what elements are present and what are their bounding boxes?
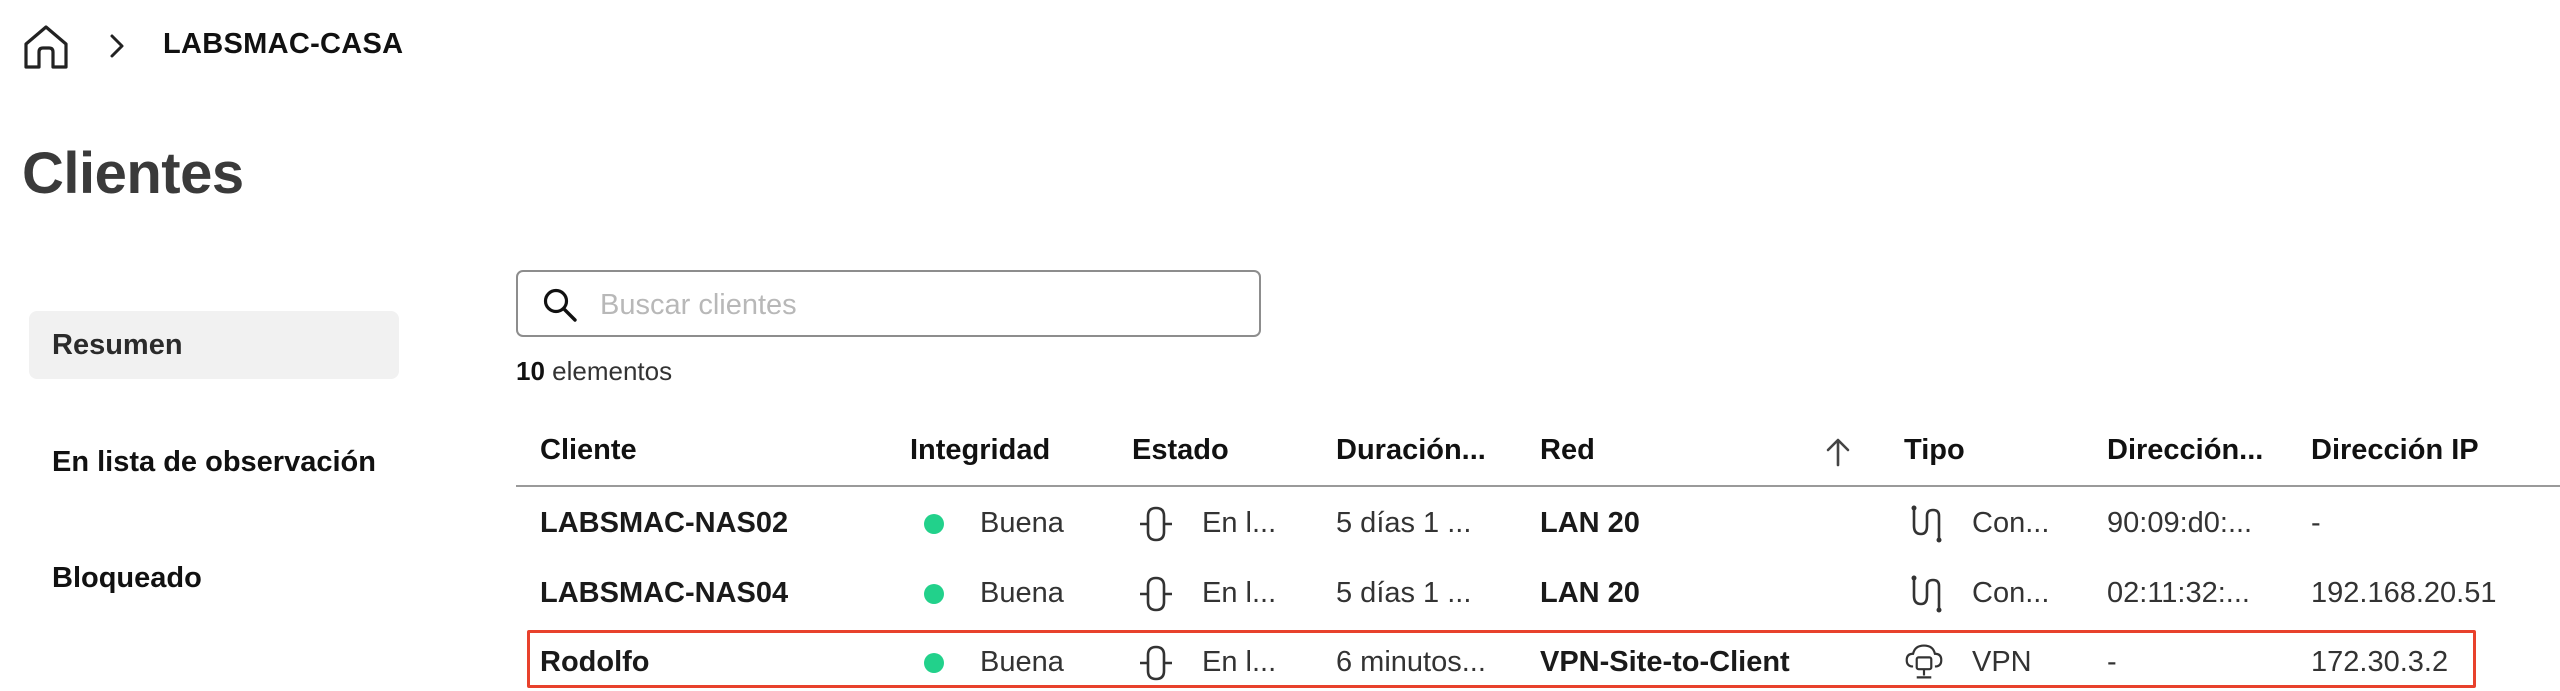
wired-icon [1911, 575, 1942, 613]
cell-duracion: 5 días 1 ... [1336, 577, 1472, 609]
cell-duracion: 5 días 1 ... [1336, 507, 1472, 539]
cell-ip: 192.168.20.51 [2311, 577, 2497, 609]
cell-mac: 02:11:32:... [2107, 577, 2250, 609]
search-input[interactable] [598, 282, 1242, 328]
cell-mac: - [2107, 646, 2117, 678]
cell-cliente[interactable]: Rodolfo [540, 646, 650, 679]
cell-ip: 172.30.3.2 [2311, 646, 2449, 678]
cell-duracion: 6 minutos... [1336, 646, 1486, 678]
nav-item-watchlist[interactable]: En lista de observación [29, 428, 399, 496]
column-header-mac[interactable]: Dirección... [2107, 434, 2263, 467]
column-header-cliente[interactable]: Cliente [540, 434, 637, 467]
nav-item-bloqueado[interactable]: Bloqueado [29, 544, 399, 612]
column-header-red[interactable]: Red [1540, 434, 1595, 467]
table-header-divider [516, 485, 2560, 487]
wired-icon [1911, 505, 1942, 543]
cell-red[interactable]: LAN 20 [1540, 507, 1640, 540]
sort-ascending-icon[interactable] [1824, 436, 1852, 468]
search-icon [543, 288, 577, 322]
page-title: Clientes [22, 141, 244, 206]
search-box[interactable] [516, 270, 1261, 337]
cell-integridad: Buena [980, 646, 1064, 678]
cell-estado: En l... [1202, 507, 1277, 539]
breadcrumb-current[interactable]: LABSMAC-CASA [163, 28, 403, 61]
cell-tipo: VPN [1972, 646, 2032, 678]
column-header-ip[interactable]: Dirección IP [2311, 434, 2479, 467]
nav-item-resumen[interactable]: Resumen [29, 311, 399, 379]
connected-status-icon [1140, 645, 1172, 681]
cell-integridad: Buena [980, 577, 1064, 609]
cell-tipo: Con... [1972, 507, 2050, 539]
cell-integridad: Buena [980, 507, 1064, 539]
item-count-label: elementos [552, 356, 673, 386]
nav-item-label: En lista de observación [52, 445, 376, 478]
cell-red[interactable]: VPN-Site-to-Client [1540, 646, 1790, 679]
cell-ip: - [2311, 507, 2321, 539]
connected-status-icon [1140, 576, 1172, 612]
vpn-icon [1905, 644, 1943, 679]
column-header-estado[interactable]: Estado [1132, 434, 1229, 467]
item-count: 10 elementos [516, 356, 672, 387]
highlight-box [527, 630, 2476, 688]
health-good-dot [924, 653, 944, 673]
item-count-number: 10 [516, 356, 545, 386]
nav-item-label: Resumen [52, 328, 183, 361]
cell-estado: En l... [1202, 646, 1277, 678]
health-good-dot [924, 514, 944, 534]
breadcrumb-chevron-icon [110, 34, 124, 58]
cell-red[interactable]: LAN 20 [1540, 577, 1640, 610]
column-header-duracion[interactable]: Duración... [1336, 434, 1486, 467]
health-good-dot [924, 584, 944, 604]
home-icon[interactable] [22, 24, 70, 70]
cell-estado: En l... [1202, 577, 1277, 609]
cell-tipo: Con... [1972, 577, 2050, 609]
cell-cliente[interactable]: LABSMAC-NAS02 [540, 507, 788, 540]
cell-mac: 90:09:d0:... [2107, 507, 2253, 539]
nav-item-label: Bloqueado [52, 561, 202, 594]
column-header-tipo[interactable]: Tipo [1904, 434, 1965, 467]
column-header-integridad[interactable]: Integridad [910, 434, 1050, 467]
cell-cliente[interactable]: LABSMAC-NAS04 [540, 577, 788, 610]
connected-status-icon [1140, 506, 1172, 542]
